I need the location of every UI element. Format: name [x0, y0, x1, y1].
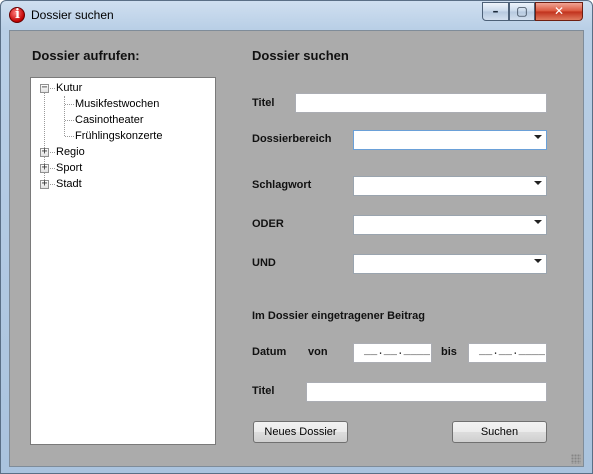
tree-collapse-toggle[interactable]: − — [40, 82, 49, 93]
neues-dossier-button[interactable]: Neues Dossier — [253, 421, 348, 443]
plus-icon: + — [41, 162, 48, 173]
tree-expand-toggle-sport[interactable]: + — [40, 162, 49, 173]
von-label: von — [308, 346, 328, 358]
tree-connector — [65, 120, 74, 121]
tree-connector — [50, 88, 55, 89]
tree-connector — [50, 184, 55, 185]
maximize-button[interactable]: ▢ — [509, 2, 535, 21]
schlagwort-select[interactable] — [353, 176, 547, 196]
oder-label: ODER — [252, 218, 284, 230]
tree-connector — [65, 104, 74, 105]
tree-connector — [50, 168, 55, 169]
chevron-down-icon — [534, 220, 542, 224]
resize-grip-icon[interactable] — [571, 454, 581, 464]
close-button[interactable]: ✕ — [535, 2, 583, 21]
maximize-icon: ▢ — [516, 4, 528, 18]
title-bar[interactable]: Dossier suchen – ▢ ✕ — [1, 1, 592, 29]
dossierbereich-label: Dossierbereich — [252, 133, 332, 145]
dossier-suchen-heading: Dossier suchen — [252, 48, 349, 63]
dossierbereich-select[interactable] — [353, 130, 547, 150]
dossier-tree[interactable]: − Kutur Musikfestwochen Casinotheater Fr… — [30, 77, 216, 445]
plus-icon: + — [41, 146, 48, 157]
tree-item-fruehlingskonzerte[interactable]: Frühlingskonzerte — [75, 130, 162, 142]
oder-select[interactable] — [353, 215, 547, 235]
schlagwort-label: Schlagwort — [252, 179, 312, 191]
titel-input[interactable] — [295, 93, 547, 113]
plus-icon: + — [41, 178, 48, 189]
beitrag-heading: Im Dossier eingetragener Beitrag — [252, 310, 426, 322]
tree-item-regio[interactable]: Regio — [56, 146, 85, 158]
datum-bis-input[interactable]: __.__.____ — [468, 343, 547, 363]
datum-label: Datum — [252, 346, 287, 358]
tree-item-sport[interactable]: Sport — [56, 162, 82, 174]
tree-child-line — [64, 96, 65, 136]
chevron-down-icon — [534, 259, 542, 263]
dialog-client-area: Dossier aufrufen: − Kutur Musikfestwoche… — [9, 30, 584, 467]
tree-item-stadt[interactable]: Stadt — [56, 178, 82, 190]
und-select[interactable] — [353, 254, 547, 274]
tree-expand-toggle-stadt[interactable]: + — [40, 178, 49, 189]
tree-item-casinotheater[interactable]: Casinotheater — [75, 114, 144, 126]
beitrag-titel-label: Titel — [252, 385, 275, 397]
window-title: Dossier suchen — [31, 8, 114, 22]
chevron-down-icon — [534, 135, 542, 139]
tree-item-musikfestwochen[interactable]: Musikfestwochen — [75, 98, 159, 110]
minimize-button[interactable]: – — [482, 2, 509, 21]
close-icon: ✕ — [553, 4, 565, 18]
suchen-button[interactable]: Suchen — [452, 421, 547, 443]
und-label: UND — [252, 257, 276, 269]
tree-connector — [50, 152, 55, 153]
minimize-icon: – — [492, 4, 499, 18]
titel-label: Titel — [252, 97, 275, 109]
minus-icon: − — [41, 82, 48, 93]
bis-label: bis — [441, 346, 457, 358]
chevron-down-icon — [534, 181, 542, 185]
app-info-icon — [9, 7, 25, 23]
datum-von-input[interactable]: __.__.____ — [353, 343, 432, 363]
tree-connector — [65, 136, 74, 137]
dossier-window: Dossier suchen – ▢ ✕ Dossier aufrufen: −… — [0, 0, 593, 474]
tree-expand-toggle-regio[interactable]: + — [40, 146, 49, 157]
beitrag-titel-input[interactable] — [306, 382, 547, 402]
dossier-aufrufen-heading: Dossier aufrufen: — [32, 48, 140, 63]
tree-item-kutur[interactable]: Kutur — [56, 82, 82, 94]
